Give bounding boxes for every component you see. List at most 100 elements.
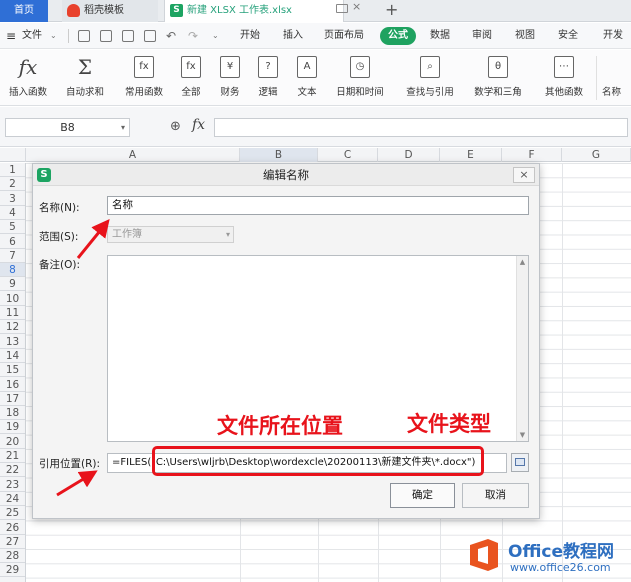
all-functions-button[interactable]: fx 全部 [174,54,208,104]
menu-view[interactable]: 视图 [515,23,535,49]
row-header-12[interactable]: 12 [0,320,25,335]
tab-file-label: 新建 XLSX 工作表.xlsx [187,5,292,16]
row-header-1[interactable]: 1 [0,163,25,177]
row-header-9[interactable]: 9 [0,277,25,292]
menu-page-layout[interactable]: 页面布局 [324,23,364,49]
row-header-8[interactable]: 8 [0,263,25,278]
tab-home[interactable]: 首页 [0,0,48,22]
menu-formulas[interactable]: 公式 [380,27,416,45]
column-header-b[interactable]: B [240,148,318,162]
row-header-6[interactable]: 6 [0,235,25,249]
name-input[interactable]: 名称 [107,196,529,215]
row-header-15[interactable]: 15 [0,363,25,378]
menu-insert[interactable]: 插入 [283,23,303,49]
monitor-icon[interactable] [336,4,348,13]
autosum-button[interactable]: Σ 自动求和 [58,54,112,104]
menu-data[interactable]: 数据 [430,23,450,49]
math-trig-button[interactable]: θ 数学和三角 [466,54,530,104]
print-icon[interactable] [122,30,134,42]
ribbon: fx 插入函数 Σ 自动求和 fx 常用函数 fx 全部 ¥ 财务 ? 逻辑 A… [0,50,631,106]
more-functions-button[interactable]: ⋯ 其他函数 [536,54,592,104]
fx-icon[interactable]: fx [192,117,205,133]
column-header-e[interactable]: E [440,148,502,162]
row-header-7[interactable]: 7 [0,249,25,263]
name-box[interactable]: B8 ▾ [5,118,130,137]
scroll-down-icon[interactable]: ▼ [517,431,528,439]
row-header-4[interactable]: 4 [0,206,25,220]
row-header-16[interactable]: 16 [0,378,25,392]
menu-file[interactable]: 文件 [22,23,42,49]
text-button[interactable]: A 文本 [288,54,326,104]
logical-button[interactable]: ? 逻辑 [250,54,286,104]
row-header-25[interactable]: 25 [0,506,25,521]
menu-review[interactable]: 审阅 [472,23,492,49]
row-header-26[interactable]: 26 [0,521,25,535]
name-manager-button[interactable]: 名称 [602,54,631,104]
close-button[interactable]: × [513,167,535,183]
row-header-24[interactable]: 24 [0,492,25,506]
menu-security[interactable]: 安全 [558,23,578,49]
scope-select[interactable]: 工作簿 ▾ [107,226,234,243]
row-header-10[interactable]: 10 [0,292,25,306]
lookup-reference-button[interactable]: ⌕ 查找与引用 [398,54,462,104]
chevron-down-icon[interactable]: ⌄ [212,23,219,49]
row-header-19[interactable]: 19 [0,420,25,435]
insert-function-button[interactable]: fx 插入函数 [2,54,54,104]
row-header-23[interactable]: 23 [0,478,25,492]
column-header-a[interactable]: A [26,148,240,162]
column-header-d[interactable]: D [378,148,440,162]
clock-icon: ◷ [350,56,370,78]
row-header-13[interactable]: 13 [0,335,25,349]
chevron-down-icon[interactable]: ⌄ [50,23,57,49]
menu-developer[interactable]: 开发 [603,23,623,49]
scroll-up-icon[interactable]: ▲ [517,258,528,266]
row-header-17[interactable]: 17 [0,392,25,406]
refers-to-label: 引用位置(R): [39,458,101,470]
zoom-icon[interactable]: ⊕ [170,119,181,134]
chevron-down-icon[interactable]: ▾ [121,119,125,136]
column-header-g[interactable]: G [562,148,631,162]
row-header-14[interactable]: 14 [0,349,25,363]
dialog-titlebar[interactable]: 编辑名称 S × [33,164,539,186]
tab-file[interactable]: S 新建 XLSX 工作表.xlsx [164,0,344,22]
all-functions-label: 全部 [181,87,201,98]
select-all-corner[interactable] [0,148,26,162]
column-header-c[interactable]: C [318,148,378,162]
row-header-11[interactable]: 11 [0,306,25,320]
row-header-18[interactable]: 18 [0,406,25,421]
row-header-28[interactable]: 28 [0,549,25,564]
export-icon[interactable] [100,30,112,42]
formula-input[interactable] [214,118,628,137]
function-icon: fx [134,56,154,78]
row-header-3[interactable]: 3 [0,192,25,206]
close-tab-icon[interactable]: × [352,0,361,13]
undo-icon[interactable]: ↶ [166,23,176,49]
scope-value: 工作簿 [112,229,142,240]
math-trig-label: 数学和三角 [474,87,522,98]
column-header-f[interactable]: F [502,148,562,162]
collapse-dialog-button[interactable] [511,453,529,472]
row-header-29[interactable]: 29 [0,563,25,578]
row-header-21[interactable]: 21 [0,449,25,463]
row-header-5[interactable]: 5 [0,220,25,235]
preview-icon[interactable] [144,30,156,42]
name-manager-label: 名称 [602,87,622,98]
hamburger-icon[interactable]: ≡ [6,23,16,49]
financial-button[interactable]: ¥ 财务 [212,54,248,104]
ok-button[interactable]: 确定 [390,483,455,508]
row-header-20[interactable]: 20 [0,435,25,449]
dialog-title: 编辑名称 [263,168,309,182]
scrollbar[interactable]: ▲ ▼ [516,256,528,441]
menu-home[interactable]: 开始 [240,23,260,49]
common-functions-button[interactable]: fx 常用函数 [116,54,172,104]
date-time-button[interactable]: ◷ 日期和时间 [330,54,390,104]
new-tab-button[interactable]: + [385,1,398,19]
tab-template[interactable]: 稻壳模板 [62,0,158,22]
row-header-2[interactable]: 2 [0,177,25,192]
row-header-27[interactable]: 27 [0,535,25,549]
divider [596,56,597,100]
redo-icon[interactable]: ↷ [188,23,198,49]
save-icon[interactable] [78,30,90,42]
cancel-button[interactable]: 取消 [462,483,529,508]
row-header-22[interactable]: 22 [0,463,25,478]
